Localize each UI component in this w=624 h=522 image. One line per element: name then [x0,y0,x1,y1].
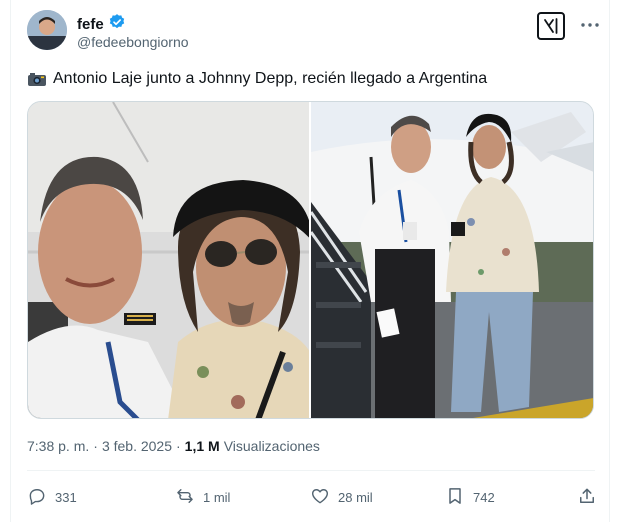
share-icon [577,486,597,509]
reply-count: 331 [55,489,77,505]
tweet-card: fefe @fedeebongiorno Antonio Laje junto … [10,0,610,522]
views-count: 1,1 M [184,438,220,454]
tweet-meta: 7:38 p. m. · 3 feb. 2025 · 1,1 M Visuali… [27,438,320,454]
action-bar: 331 1 mil 28 mil 742 [27,482,595,512]
camera-flash-emoji-icon [27,71,47,87]
bookmark-icon [445,486,465,509]
share-button[interactable] [577,482,597,512]
tweet-text: Antonio Laje junto a Johnny Depp, recién… [53,70,488,87]
like-count: 28 mil [338,489,373,505]
reply-button[interactable]: 331 [27,482,77,512]
repost-button[interactable]: 1 mil [175,482,230,512]
meta-separator: · [93,438,98,454]
name-row[interactable]: fefe [77,13,126,36]
reply-icon [27,486,47,509]
more-icon[interactable] [579,14,601,36]
bookmark-count: 742 [473,489,495,505]
views-label: Visualizaciones [223,438,320,454]
repost-count: 1 mil [203,489,231,505]
display-name[interactable]: fefe [77,16,104,33]
avatar[interactable] [27,10,67,50]
photo-selfie[interactable] [28,102,309,418]
meta-separator-2: · [176,438,181,454]
grok-icon[interactable] [537,12,565,40]
tweet-header: fefe @fedeebongiorno [27,10,599,54]
repost-icon [175,486,195,509]
tweet-time[interactable]: 7:38 p. m. [27,438,89,454]
bookmark-button[interactable]: 742 [445,482,495,512]
like-icon [310,486,330,509]
divider [27,470,595,471]
tweet-media[interactable] [27,101,594,419]
tweet-text-row: Antonio Laje junto a Johnny Depp, recién… [27,68,487,90]
author-handle[interactable]: @fedeebongiorno [77,34,189,50]
like-button[interactable]: 28 mil [310,482,373,512]
verified-badge-icon [108,13,126,36]
photo-plane[interactable] [311,102,593,418]
tweet-date[interactable]: 3 feb. 2025 [102,438,172,454]
